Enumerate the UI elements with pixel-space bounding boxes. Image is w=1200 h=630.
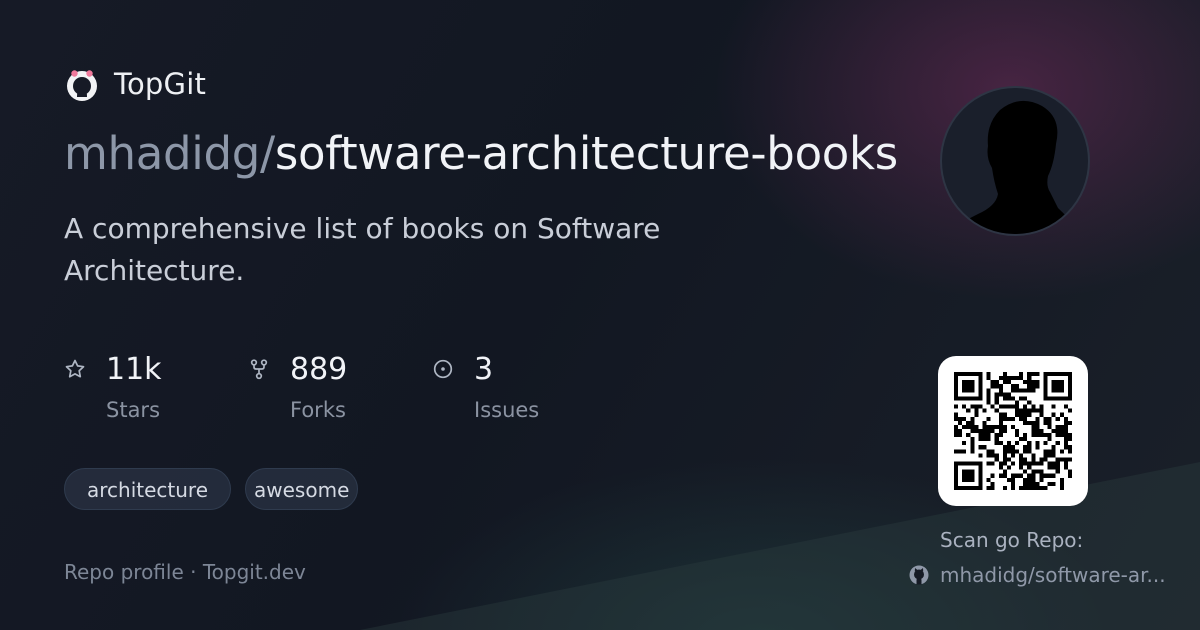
qr-code-pattern [954,372,1072,490]
github-icon [909,565,929,585]
topic-tag[interactable]: awesome [245,468,359,510]
issues-label: Issues [474,398,540,422]
issues-count: 3 [474,352,494,387]
forks-label: Forks [290,398,346,422]
qr-scan-label: Scan go Repo: [940,528,1084,552]
repo-link[interactable]: mhadidg/software-ar... [908,563,1166,587]
fork-icon [250,359,268,380]
avatar-silhouette [942,100,1088,234]
topic-tag[interactable]: architecture [64,468,232,510]
repo-title[interactable]: mhadidg/software-architecture-books [64,124,898,184]
issue-icon [433,359,453,379]
repo-name[interactable]: software-architecture-books [275,127,898,180]
topic-list: architecture awesome [64,468,359,510]
forks-count: 889 [290,352,348,387]
topgit-octocat-icon [67,70,97,101]
repo-description: A comprehensive list of books on Softwar… [64,212,661,287]
owner-avatar [940,86,1090,236]
footer-repo-profile[interactable]: Repo profile · Topgit.dev [64,560,306,584]
repo-link-text[interactable]: mhadidg/software-ar... [940,563,1166,587]
brand-name: TopGit [114,67,207,101]
stars-count: 11k [106,352,162,387]
qr-code[interactable] [938,356,1088,506]
star-icon [65,359,85,378]
stars-label: Stars [106,398,161,422]
brand: TopGit [64,66,206,102]
repo-owner[interactable]: mhadidg/ [64,127,275,180]
